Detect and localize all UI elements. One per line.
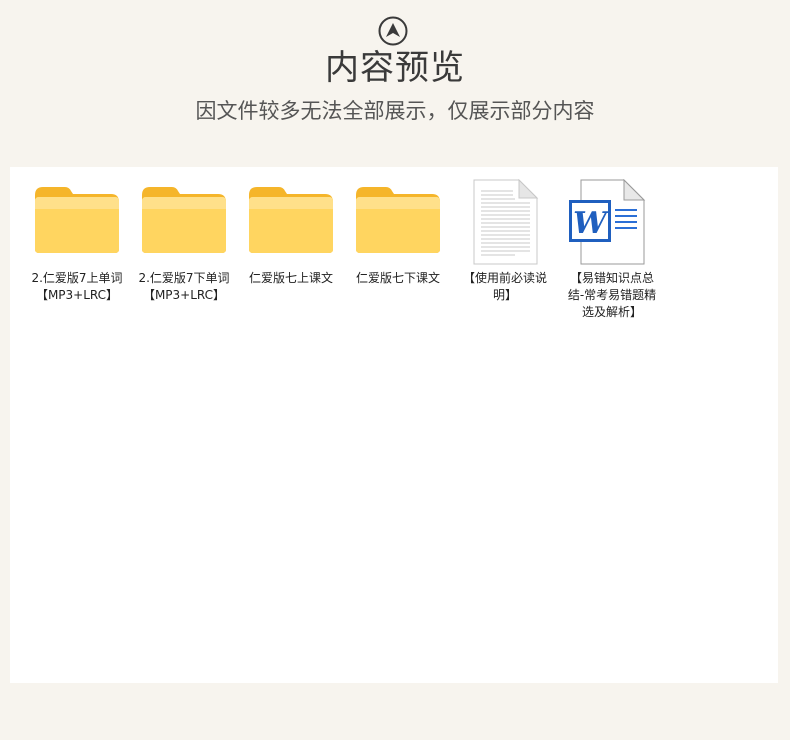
folder-icon — [241, 179, 341, 267]
word-document-icon: W — [562, 178, 662, 267]
file-label: 【使用前必读说明】 — [462, 271, 547, 302]
file-preview-panel: 2.仁爱版7上单词【MP3+LRC】 2.仁爱版7下单词【MP3+LRC】 仁爱… — [10, 167, 778, 683]
chevron-up-circle-icon[interactable] — [378, 16, 408, 46]
folder-icon — [348, 179, 448, 267]
file-label: 2.仁爱版7下单词【MP3+LRC】 — [138, 271, 230, 302]
folder-icon — [27, 179, 127, 267]
page-title: 内容预览 — [325, 48, 465, 88]
file-label: 仁爱版七下课文 — [355, 271, 440, 285]
preview-header: 内容预览 因文件较多无法全部展示，仅展示部分内容 — [0, 0, 790, 167]
file-label: 2.仁爱版7上单词【MP3+LRC】 — [31, 271, 123, 302]
page-subtitle: 因文件较多无法全部展示，仅展示部分内容 — [195, 99, 595, 123]
svg-text:W: W — [573, 206, 610, 241]
file-label: 【易错知识点总结-常考易错题精选及解析】 — [567, 271, 657, 319]
folder-icon — [134, 179, 234, 267]
text-document-icon — [455, 178, 555, 267]
file-label: 仁爱版七上课文 — [248, 271, 333, 285]
